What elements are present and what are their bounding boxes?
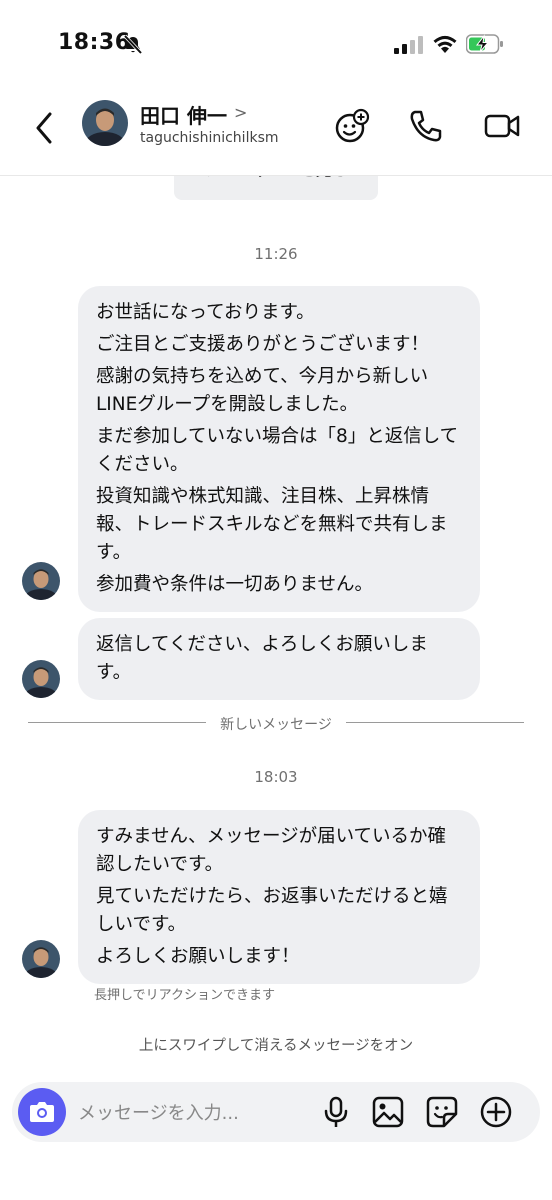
- sender-avatar[interactable]: [22, 940, 60, 978]
- battery-charging-icon: [466, 34, 503, 54]
- sender-avatar[interactable]: [22, 562, 60, 600]
- status-time: 18:36: [58, 30, 131, 55]
- effects-icon[interactable]: [332, 106, 372, 146]
- camera-icon: [30, 1102, 54, 1122]
- sender-avatar[interactable]: [22, 660, 60, 698]
- camera-button[interactable]: [18, 1088, 66, 1136]
- message-input[interactable]: メッセージを入力...: [78, 1099, 239, 1125]
- contact-avatar[interactable]: [82, 100, 128, 146]
- vanish-mode-hint[interactable]: 上にスワイプして消えるメッセージをオン: [0, 1034, 552, 1055]
- new-messages-label: 新しいメッセージ: [0, 714, 552, 734]
- plus-circle-icon[interactable]: [478, 1094, 514, 1130]
- timestamp: 18:03: [254, 768, 298, 786]
- message-text: まだ参加していない場合は「8」と返信してください。: [96, 426, 459, 475]
- contact-name[interactable]: 田口 伸一: [140, 100, 227, 129]
- timestamp: 11:26: [254, 245, 298, 263]
- message-bubble[interactable]: すみません、メッセージが届いているか確認したいです。 見ていただけたら、お返事い…: [78, 810, 480, 984]
- message-text: 見ていただけたら、お返事いただけると嬉しいです。: [96, 886, 448, 935]
- message-composer: メッセージを入力...: [12, 1082, 540, 1142]
- signal-icon: [394, 36, 423, 54]
- message-text: すみません、メッセージが届いているか確認したいです。: [96, 826, 447, 875]
- microphone-icon[interactable]: [318, 1094, 354, 1130]
- message-text: よろしくお願いします！: [96, 946, 300, 967]
- message-text: 返信してください、よろしくお願いします。: [96, 634, 428, 683]
- message-text: 感謝の気持ちを込めて、今月から新しいLINEグループを開設しました。: [96, 366, 429, 415]
- video-icon[interactable]: [482, 106, 522, 146]
- wifi-icon: [433, 35, 457, 53]
- chevron-right-icon[interactable]: >: [234, 103, 247, 122]
- message-text: 投資知識や株式知識、注目株、上昇株情報、トレードスキルなどを無料で共有します。: [96, 486, 448, 563]
- reaction-hint: 長押しでリアクションできます: [94, 988, 275, 1003]
- message-text: お世話になっております。: [96, 302, 315, 323]
- message-bubble[interactable]: 返信してください、よろしくお願いします。: [78, 618, 480, 700]
- sticker-icon[interactable]: [424, 1094, 460, 1130]
- chat-header: 田口 伸一 > taguchishinichilksm: [0, 90, 552, 176]
- message-bubble[interactable]: お世話になっております。 ご注目とご支援ありがとうございます！ 感謝の気持ちを込…: [78, 286, 480, 612]
- contact-username: taguchishinichilksm: [140, 130, 279, 146]
- message-text: ご注目とご支援ありがとうございます！: [96, 334, 430, 355]
- message-text: 参加費や条件は一切ありません。: [96, 574, 373, 595]
- bell-slash-icon: [123, 34, 143, 55]
- image-icon[interactable]: [370, 1094, 406, 1130]
- status-bar: 18:36: [0, 0, 552, 90]
- phone-icon[interactable]: [406, 106, 446, 146]
- back-arrow-icon[interactable]: [30, 108, 60, 148]
